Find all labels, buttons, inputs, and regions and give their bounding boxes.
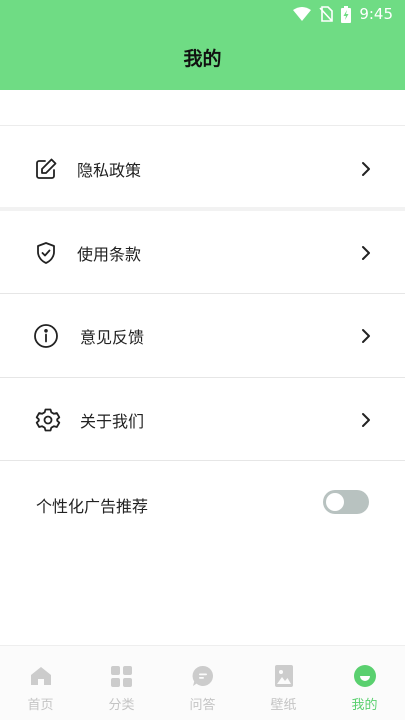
wifi-icon	[293, 7, 312, 21]
chevron-right-icon	[362, 161, 370, 176]
tab-label: 我的	[351, 698, 378, 713]
shield-icon	[33, 240, 59, 266]
battery-icon	[341, 5, 352, 23]
menu-item-feedback[interactable]: 意见反馈	[0, 294, 405, 377]
info-icon	[33, 323, 59, 349]
tab-label: 问答	[189, 698, 216, 713]
menu-item-label: 关于我们	[80, 411, 145, 431]
chevron-right-icon	[362, 412, 370, 427]
chevron-right-icon	[362, 328, 370, 343]
app-header: 9:45 我的	[0, 0, 405, 90]
gear-icon	[35, 407, 61, 433]
tab-category[interactable]: 分类	[81, 646, 162, 720]
chevron-right-icon	[362, 245, 370, 260]
tab-qa[interactable]: 问答	[162, 646, 243, 720]
image-icon	[272, 664, 296, 688]
grid-icon	[110, 664, 134, 688]
toggle-knob	[326, 493, 344, 511]
chat-icon	[191, 664, 215, 688]
menu-item-privacy-policy[interactable]: 隐私政策	[0, 127, 405, 210]
page-title: 我的	[183, 48, 222, 70]
tab-label: 首页	[27, 698, 54, 713]
status-time: 9:45	[359, 5, 393, 23]
tab-home[interactable]: 首页	[0, 646, 81, 720]
tab-mine[interactable]: 我的	[324, 646, 405, 720]
personalized-ads-label: 个性化广告推荐	[36, 497, 149, 516]
menu-item-label: 隐私政策	[77, 160, 142, 180]
bottom-tab-bar: 首页 分类 问答 壁纸 我的	[0, 645, 405, 720]
home-icon	[29, 664, 53, 688]
top-spacer	[0, 90, 405, 126]
menu-item-about-us[interactable]: 关于我们	[0, 378, 405, 461]
tab-label: 分类	[108, 698, 135, 713]
personalized-ads-toggle[interactable]	[323, 490, 369, 514]
menu-item-label: 意见反馈	[80, 327, 145, 347]
edit-icon	[33, 156, 59, 182]
menu-item-terms-of-use[interactable]: 使用条款	[0, 211, 405, 294]
tab-wallpaper[interactable]: 壁纸	[243, 646, 324, 720]
status-bar: 9:45	[293, 0, 405, 28]
profile-icon	[353, 664, 377, 688]
tab-label: 壁纸	[270, 698, 297, 713]
menu-item-label: 使用条款	[77, 244, 142, 264]
no-sim-icon	[319, 6, 334, 22]
